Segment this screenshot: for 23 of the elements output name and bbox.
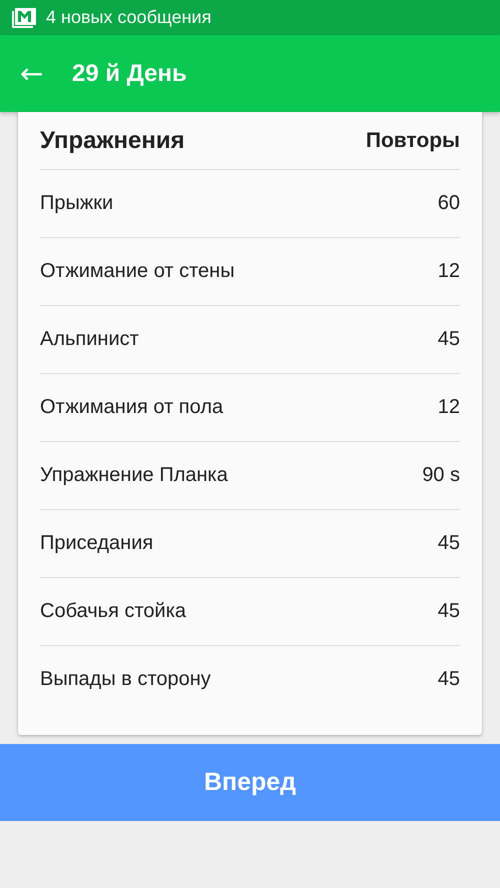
screen-title: 29 й День: [72, 60, 187, 88]
exercise-name: Отжимание от стены: [40, 260, 235, 283]
reps-count: 45: [438, 600, 460, 623]
next-button[interactable]: Вперед: [0, 744, 500, 821]
column-header: Упражнения: [40, 126, 185, 154]
reps-count: 12: [438, 260, 460, 283]
exercise-name: Прыжки: [40, 192, 114, 215]
exercise-name: Упражнение Планка: [40, 464, 228, 487]
reps-count: 45: [438, 532, 460, 555]
reps-count: 45: [438, 668, 460, 691]
back-button[interactable]: ←: [0, 57, 72, 90]
column-header: Повторы: [366, 128, 460, 152]
reps-count: 90 s: [422, 464, 460, 487]
exercise-name: Выпады в сторону: [40, 668, 211, 691]
exercise-name: Собачья стойка: [40, 600, 186, 623]
mail-icon: [12, 8, 36, 28]
reps-count: 45: [438, 328, 460, 351]
notification-text: 4 новых сообщения: [46, 7, 212, 28]
exercise-name: Альпинист: [40, 328, 139, 351]
exercise-name: Отжимания от пола: [40, 396, 224, 419]
reps-count: 60: [438, 192, 460, 215]
reps-count: 12: [438, 396, 460, 419]
exercise-name: Приседания: [40, 532, 154, 555]
